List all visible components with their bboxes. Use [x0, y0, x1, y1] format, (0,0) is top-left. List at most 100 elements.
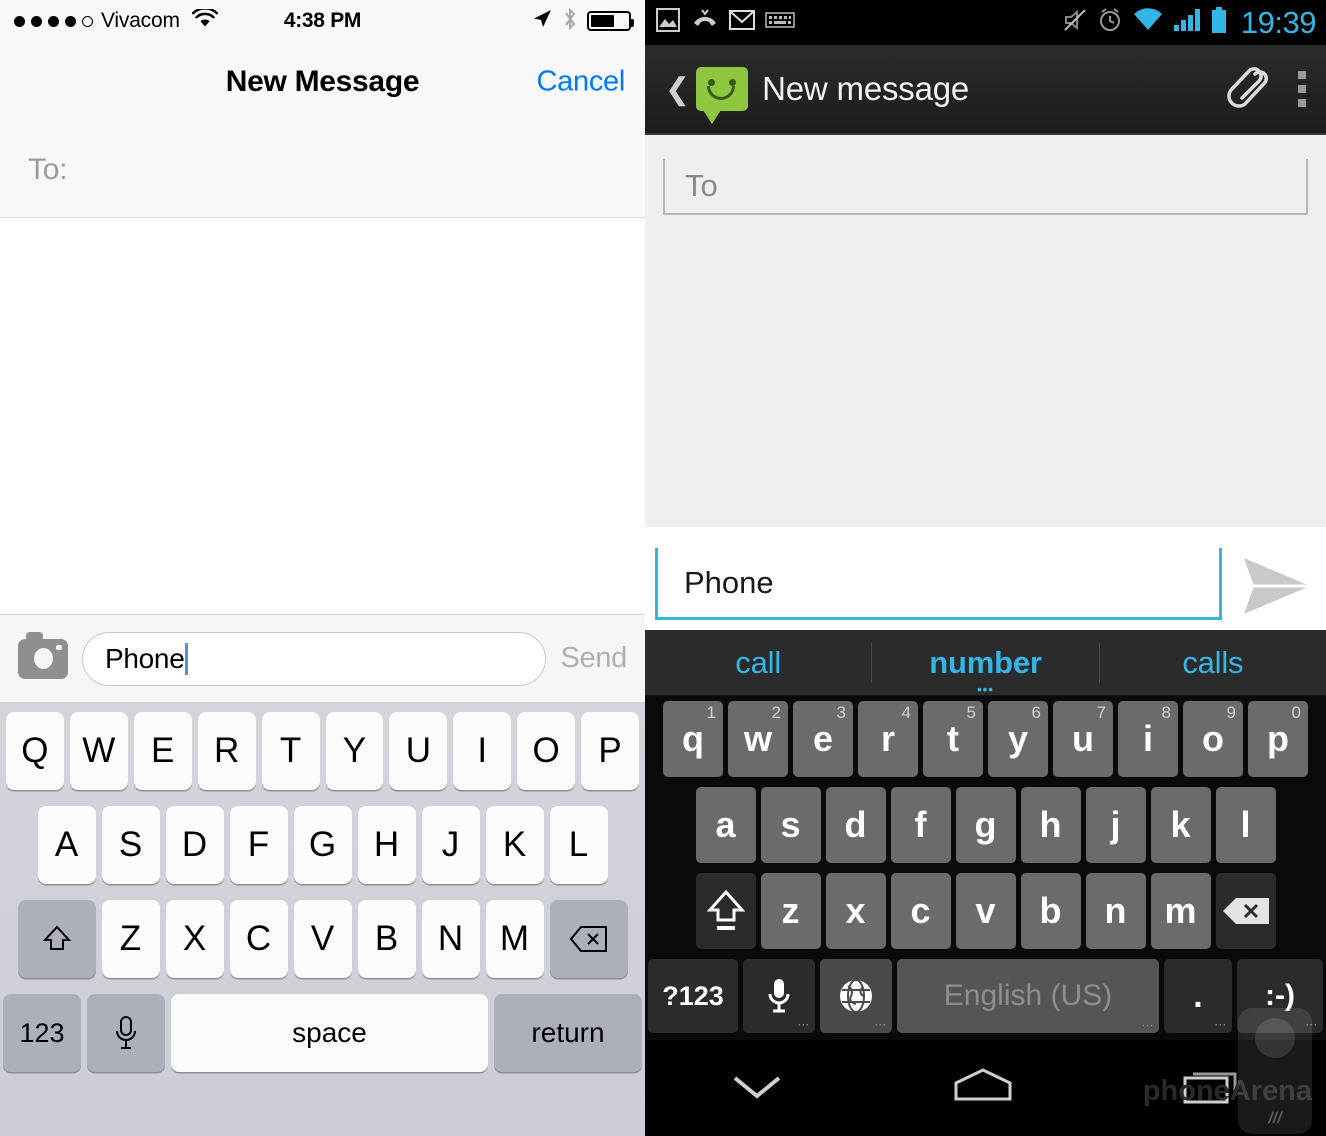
android-key-label: c	[910, 890, 931, 931]
android-key-number-hint: 9	[1226, 703, 1236, 722]
microphone-icon[interactable]: ···	[743, 959, 815, 1033]
ios-key-b[interactable]: B	[357, 900, 416, 978]
space-key[interactable]: space	[171, 994, 488, 1072]
suggestion-left[interactable]: call	[645, 645, 871, 681]
home-icon[interactable]	[948, 1065, 1018, 1112]
android-key-y[interactable]: y6	[988, 701, 1048, 777]
backspace-icon[interactable]	[549, 900, 628, 978]
android-key-e[interactable]: e3	[793, 701, 853, 777]
android-key-c[interactable]: c	[890, 873, 951, 949]
ios-key-u[interactable]: U	[389, 712, 448, 790]
ios-key-x[interactable]: X	[165, 900, 224, 978]
android-key-j[interactable]: j	[1085, 787, 1146, 863]
ios-nav-bar: New Message Cancel	[0, 42, 645, 122]
android-key-label: h	[1039, 804, 1062, 845]
hide-keyboard-chevron-icon[interactable]	[725, 1066, 789, 1111]
numbers-key[interactable]: 123	[3, 994, 81, 1072]
ios-key-r[interactable]: R	[197, 712, 256, 790]
language-globe-icon[interactable]: ···	[820, 959, 892, 1033]
return-key[interactable]: return	[494, 994, 642, 1072]
android-key-x[interactable]: x	[825, 873, 886, 949]
android-key-n[interactable]: n	[1085, 873, 1146, 949]
android-action-right	[1224, 63, 1306, 116]
ios-key-d[interactable]: D	[165, 806, 224, 884]
android-key-z[interactable]: z	[760, 873, 821, 949]
ios-key-i[interactable]: I	[453, 712, 512, 790]
ios-key-z[interactable]: Z	[101, 900, 160, 978]
android-key-m[interactable]: m	[1150, 873, 1211, 949]
shift-arrow-icon[interactable]	[695, 873, 756, 949]
android-keyboard-row-3: z x c v b nm	[645, 868, 1326, 954]
ios-keyboard-row-4: 123 space return	[3, 994, 642, 1072]
send-button[interactable]: Send	[560, 642, 627, 675]
android-key-a[interactable]: a	[695, 787, 756, 863]
camera-icon[interactable]	[18, 631, 68, 679]
paperclip-icon[interactable]	[1224, 63, 1268, 116]
carrier-name: Vivacom	[101, 9, 180, 32]
ios-key-a[interactable]: A	[37, 806, 96, 884]
android-key-s[interactable]: s	[760, 787, 821, 863]
ios-key-f[interactable]: F	[229, 806, 288, 884]
ios-key-k[interactable]: K	[485, 806, 544, 884]
microphone-icon[interactable]	[87, 994, 165, 1072]
android-key-label: k	[1170, 804, 1191, 845]
recents-icon[interactable]	[1177, 1064, 1247, 1113]
android-key-w[interactable]: w2	[728, 701, 788, 777]
ios-key-s[interactable]: S	[101, 806, 160, 884]
ios-key-j[interactable]: J	[421, 806, 480, 884]
android-key-number-hint: 3	[836, 703, 846, 722]
space-key[interactable]: English (US) ···	[897, 959, 1159, 1033]
back-chevron-icon[interactable]: ❮	[665, 72, 690, 107]
ios-key-p[interactable]: P	[581, 712, 640, 790]
ios-key-c[interactable]: C	[229, 900, 288, 978]
ios-key-e[interactable]: E	[133, 712, 192, 790]
ios-key-h[interactable]: H	[357, 806, 416, 884]
missed-call-icon	[691, 7, 719, 38]
period-key-label: .	[1193, 976, 1203, 1015]
send-arrow-icon[interactable]	[1238, 552, 1316, 620]
ios-key-g[interactable]: G	[293, 806, 352, 884]
android-key-b[interactable]: b	[1020, 873, 1081, 949]
android-key-label: p	[1267, 718, 1289, 759]
android-key-u[interactable]: u7	[1053, 701, 1113, 777]
overflow-menu-icon[interactable]	[1298, 71, 1306, 107]
android-key-number-hint: 2	[771, 703, 781, 722]
period-key[interactable]: . ···	[1164, 959, 1232, 1033]
suggestion-center[interactable]: number	[872, 645, 1099, 697]
android-key-t[interactable]: t5	[923, 701, 983, 777]
ios-key-v[interactable]: V	[293, 900, 352, 978]
ios-key-l[interactable]: L	[549, 806, 608, 884]
backspace-icon[interactable]	[1215, 873, 1276, 949]
ios-keyboard-row-3: ZXCVBNM	[3, 900, 642, 978]
android-key-o[interactable]: o9	[1183, 701, 1243, 777]
android-key-q[interactable]: q1	[663, 701, 723, 777]
message-input[interactable]: Phone	[655, 548, 1222, 620]
ios-recipient-field[interactable]: To:	[0, 122, 645, 218]
ios-key-q[interactable]: Q	[5, 712, 64, 790]
android-key-k[interactable]: k	[1150, 787, 1211, 863]
android-key-r[interactable]: r4	[858, 701, 918, 777]
android-key-label: t	[947, 718, 959, 759]
message-input[interactable]: Phone	[82, 631, 547, 686]
android-key-number-hint: 0	[1291, 703, 1301, 722]
ios-key-y[interactable]: Y	[325, 712, 384, 790]
shift-arrow-icon[interactable]	[17, 900, 96, 978]
android-key-v[interactable]: v	[955, 873, 1016, 949]
ios-status-right	[531, 7, 634, 36]
android-key-l[interactable]: l	[1215, 787, 1276, 863]
ios-key-w[interactable]: W	[69, 712, 128, 790]
symbols-key[interactable]: ?123	[648, 959, 738, 1033]
ios-key-o[interactable]: O	[517, 712, 576, 790]
suggestion-right[interactable]: calls	[1100, 645, 1326, 681]
android-key-f[interactable]: f	[890, 787, 951, 863]
android-key-g[interactable]: g	[955, 787, 1016, 863]
ios-key-m[interactable]: M	[485, 900, 544, 978]
android-key-i[interactable]: i8	[1118, 701, 1178, 777]
ios-key-n[interactable]: N	[421, 900, 480, 978]
android-key-d[interactable]: d	[825, 787, 886, 863]
android-key-h[interactable]: h	[1020, 787, 1081, 863]
cancel-button[interactable]: Cancel	[537, 66, 626, 99]
ios-key-t[interactable]: T	[261, 712, 320, 790]
android-key-p[interactable]: p0	[1248, 701, 1308, 777]
to-input[interactable]: To	[663, 159, 1308, 215]
